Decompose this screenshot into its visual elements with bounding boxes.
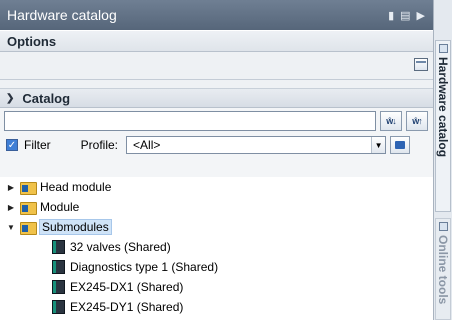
online-tools-tab-icon xyxy=(438,222,448,231)
options-area xyxy=(0,52,433,80)
tree-item-label: Submodules xyxy=(39,219,112,235)
search-up-icon: ŵ↑ xyxy=(412,116,422,126)
search-input[interactable] xyxy=(4,111,376,131)
tab-hardware-catalog-label: Hardware catalog xyxy=(436,57,450,158)
side-tab-strip: Hardware catalog Online tools xyxy=(434,0,452,320)
tree-item-label: EX245-DX1 (Shared) xyxy=(70,280,184,294)
collapse-down-icon[interactable]: ▼ xyxy=(6,223,16,232)
catalog-header-label: Catalog xyxy=(22,90,71,106)
options-window-icon[interactable] xyxy=(414,58,428,71)
tree-item-ex245-dx1[interactable]: EX245-DX1 (Shared) xyxy=(0,277,433,297)
filter-label: Filter xyxy=(24,138,51,152)
folder-icon xyxy=(20,181,37,195)
hardware-catalog-panel: Hardware catalog ▮ ▤ ▶ Options ❯ Catalog… xyxy=(0,0,434,320)
search-up-button[interactable]: ŵ↑ xyxy=(406,111,428,131)
tree-item-label: Head module xyxy=(40,180,112,194)
options-header[interactable]: Options xyxy=(0,30,433,52)
folder-icon xyxy=(20,221,37,235)
chevron-down-icon[interactable]: ❯ xyxy=(6,93,14,104)
catalog-header[interactable]: ❯ Catalog xyxy=(0,88,433,108)
tree-item-head-module[interactable]: ▶ Head module xyxy=(0,177,433,197)
folder-icon xyxy=(20,201,37,215)
filter-checkbox[interactable]: ✓ xyxy=(6,139,18,151)
dropdown-arrow-icon[interactable]: ▼ xyxy=(371,137,386,153)
tree-item-label: Diagnostics type 1 (Shared) xyxy=(70,260,219,274)
expand-right-icon[interactable]: ▶ xyxy=(6,183,16,192)
tab-online-tools[interactable]: Online tools xyxy=(435,218,451,320)
spacer xyxy=(0,80,433,88)
search-down-icon: ŵ↓ xyxy=(386,116,396,126)
profile-select[interactable]: <All> ▼ xyxy=(126,136,387,154)
expand-right-icon[interactable]: ▶ xyxy=(6,203,16,212)
search-down-button[interactable]: ŵ↓ xyxy=(380,111,402,131)
tree-item-module[interactable]: ▶ Module xyxy=(0,197,433,217)
catalog-tree: ▶ Head module ▶ Module ▼ Submodules 32 v… xyxy=(0,177,433,320)
profile-settings-button[interactable] xyxy=(390,136,411,154)
search-row: ŵ↓ ŵ↑ xyxy=(0,108,433,134)
pin-icon[interactable]: ▮ xyxy=(388,9,394,22)
tab-online-tools-label: Online tools xyxy=(436,235,450,305)
tree-item-ex245-dy1[interactable]: EX245-DY1 (Shared) xyxy=(0,297,433,317)
panel-title: Hardware catalog xyxy=(7,7,117,23)
profile-value: <All> xyxy=(133,138,161,152)
collapse-right-icon[interactable]: ▶ xyxy=(417,9,425,22)
tree-item-diagnostics-type-1[interactable]: Diagnostics type 1 (Shared) xyxy=(0,257,433,277)
profile-label: Profile: xyxy=(80,138,119,152)
module-icon xyxy=(52,240,65,254)
module-icon xyxy=(52,300,65,314)
tree-item-label: Module xyxy=(40,200,80,214)
module-icon xyxy=(52,280,65,294)
module-icon xyxy=(52,260,65,274)
tree-item-submodules[interactable]: ▼ Submodules xyxy=(0,217,433,237)
tab-hardware-catalog[interactable]: Hardware catalog xyxy=(435,40,451,212)
filter-row: ✓ Filter Profile: <All> ▼ xyxy=(0,134,433,156)
tree-item-label: 32 valves (Shared) xyxy=(70,240,171,254)
tree-item-label: EX245-DY1 (Shared) xyxy=(70,300,184,314)
titlebar-icons: ▮ ▤ ▶ xyxy=(388,9,433,22)
profile-settings-icon xyxy=(395,141,406,149)
panel-titlebar: Hardware catalog ▮ ▤ ▶ xyxy=(0,0,433,30)
tree-item-32-valves[interactable]: 32 valves (Shared) xyxy=(0,237,433,257)
options-header-label: Options xyxy=(7,33,57,49)
layout-icon[interactable]: ▤ xyxy=(400,9,410,22)
catalog-tab-icon xyxy=(438,44,448,53)
